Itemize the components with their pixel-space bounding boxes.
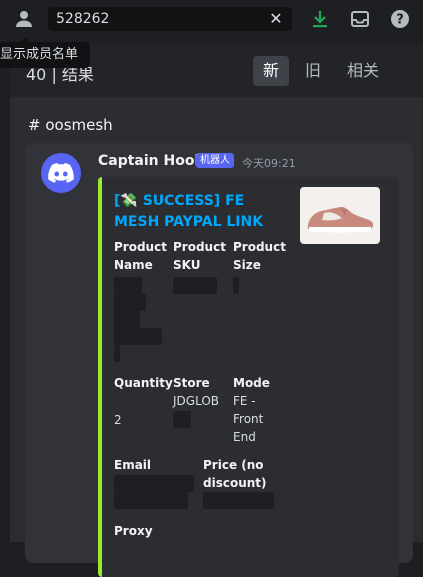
field-product-sku: Product SKU: [173, 240, 226, 272]
field-quantity: Quantity: [114, 376, 173, 390]
bot-badge: 机器人: [196, 153, 234, 168]
redacted-product-name: [114, 294, 146, 311]
message-embed: [💸 SUCCESS] FE MESH PAYPAL LINK Product …: [98, 177, 399, 577]
field-quantity-value: 2: [114, 413, 122, 427]
sort-new-tab[interactable]: 新: [253, 56, 289, 86]
redacted-store: [173, 411, 191, 428]
sort-relevant-tab[interactable]: 相关: [340, 56, 386, 86]
field-store-value: JDGLOB: [173, 394, 220, 408]
field-product-name: Product Name: [114, 240, 167, 272]
avatar[interactable]: [41, 153, 81, 193]
redacted-product-name: [114, 328, 162, 345]
svg-text:?: ?: [396, 13, 404, 28]
sneaker-image: [307, 206, 374, 233]
top-toolbar: ✕ ?: [0, 0, 423, 38]
redacted-product-sku: [173, 277, 217, 294]
redacted-product-size: [233, 277, 239, 294]
product-thumbnail[interactable]: [300, 187, 380, 244]
inbox-icon[interactable]: [348, 7, 372, 31]
search-box[interactable]: ✕: [48, 7, 292, 31]
field-price: Price (no discount): [203, 458, 267, 490]
redacted-email: [114, 492, 188, 509]
members-icon[interactable]: [12, 7, 36, 31]
search-result-message[interactable]: Captain Hook 机器人 今天09:21 [💸 SUCCESS] FE …: [25, 143, 413, 577]
help-icon[interactable]: ?: [388, 7, 412, 31]
redacted-price: [203, 492, 274, 509]
sort-old-tab[interactable]: 旧: [298, 56, 328, 86]
field-product-size: Product Size: [233, 240, 286, 272]
field-store: Store: [173, 376, 210, 390]
field-mode: Mode: [233, 376, 270, 390]
members-tooltip: 显示成员名单: [0, 37, 91, 68]
field-email: Email: [114, 458, 152, 472]
message-author[interactable]: Captain Hook: [98, 153, 204, 169]
redacted-product-name: [114, 345, 120, 362]
field-proxy: Proxy: [114, 524, 153, 538]
download-icon[interactable]: [308, 7, 332, 31]
search-input[interactable]: [56, 7, 256, 31]
discord-icon: [48, 163, 74, 183]
message-timestamp: 今天09:21: [242, 157, 296, 170]
field-mode-value: FE - Front End: [233, 394, 264, 444]
redacted-product-name: [114, 277, 142, 294]
embed-title[interactable]: [💸 SUCCESS] FE MESH PAYPAL LINK: [114, 191, 294, 233]
channel-name[interactable]: # oosmesh: [28, 116, 113, 134]
clear-search-icon[interactable]: ✕: [266, 9, 286, 29]
search-results-panel: 40 | 结果 新 旧 相关 # oosmesh Captain Hook 机器…: [10, 45, 423, 577]
redacted-email: [114, 475, 194, 492]
redacted-product-name: [114, 311, 140, 328]
